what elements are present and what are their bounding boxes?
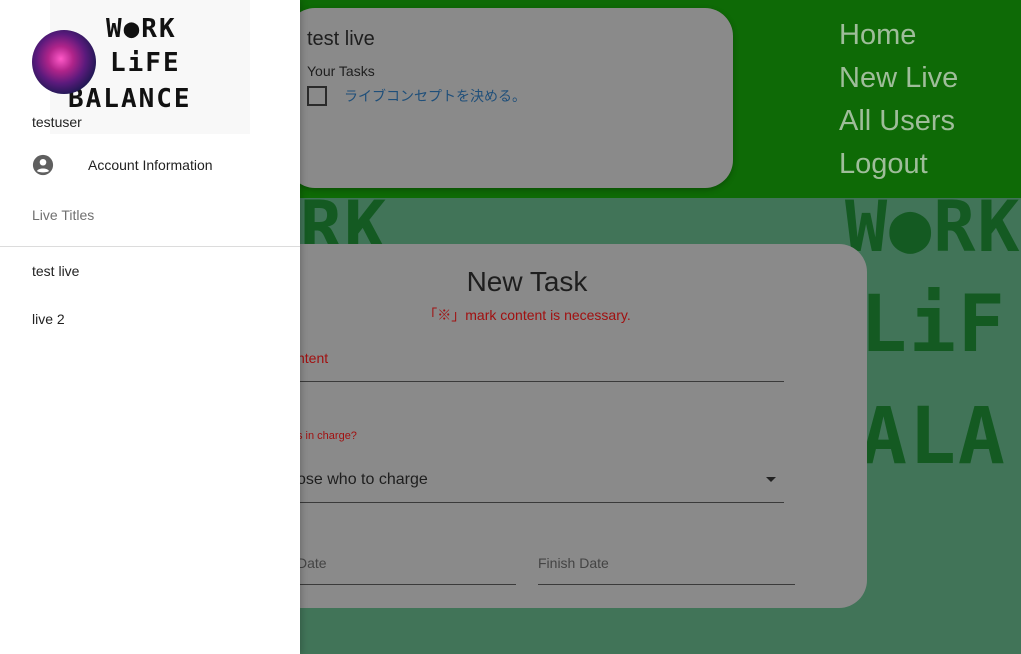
nav-new-live[interactable]: New Live (839, 57, 958, 100)
nav-home[interactable]: Home (839, 14, 958, 57)
divider (0, 246, 300, 247)
live-item-test-live[interactable]: test live (32, 263, 79, 279)
side-drawer: W●RK LiFE BALANCE testuser Account Infor… (0, 0, 300, 654)
charge-label: s in charge? (297, 430, 357, 442)
task-checkbox[interactable] (307, 86, 327, 106)
content-label: ntent (297, 350, 329, 366)
task-row[interactable]: ライブコンセプトを決める。 (307, 86, 526, 106)
finish-date-input[interactable]: Finish Date (538, 555, 795, 585)
chevron-down-icon (766, 477, 776, 482)
background-logo-life: LiF (860, 280, 1007, 370)
your-tasks-label: Your Tasks (307, 63, 375, 79)
account-information-label: Account Information (88, 157, 213, 173)
nav-all-users[interactable]: All Users (839, 100, 958, 143)
content-input[interactable]: ntent (297, 350, 784, 382)
live-title: test live (307, 28, 375, 50)
account-information-item[interactable]: Account Information (32, 154, 213, 176)
live-titles-heading: Live Titles (32, 207, 95, 223)
username: testuser (32, 114, 82, 130)
live-item-live-2[interactable]: live 2 (32, 311, 65, 327)
charge-select[interactable]: ose who to charge (297, 471, 784, 503)
avatar[interactable] (32, 30, 96, 94)
finish-date-label: Finish Date (538, 555, 609, 571)
logo-line-life: LiFE (110, 48, 181, 78)
logo-line-work: W●RK (106, 14, 177, 44)
nav-logout[interactable]: Logout (839, 143, 958, 186)
charge-select-value: ose who to charge (297, 471, 428, 488)
background-logo-work: W●RK (845, 186, 1021, 268)
live-card: test live Your Tasks ライブコンセプトを決める。 (287, 8, 733, 188)
task-link[interactable]: ライブコンセプトを決める。 (344, 86, 526, 106)
logo-line-balance: BALANCE (68, 84, 192, 114)
start-date-input[interactable]: Date (297, 555, 516, 585)
start-date-label: Date (297, 555, 327, 571)
account-circle-icon (32, 154, 54, 176)
background-logo-balance: ALA (860, 392, 1007, 482)
top-nav: Home New Live All Users Logout (839, 14, 958, 186)
